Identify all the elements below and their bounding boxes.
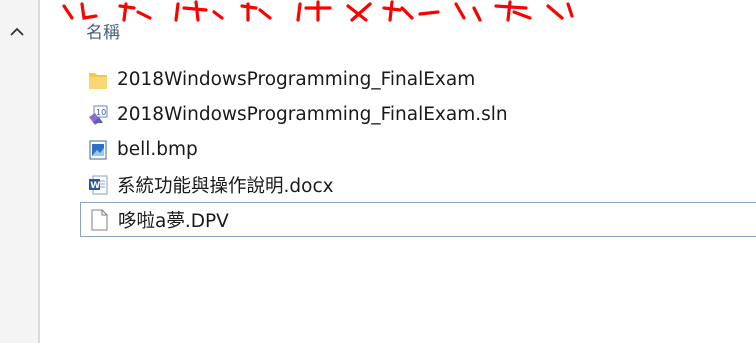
- file-list: 2018WindowsProgramming_FinalExam 10 2018…: [80, 62, 756, 237]
- pane-divider[interactable]: [38, 0, 40, 343]
- file-name: 2018WindowsProgramming_FinalExam: [117, 69, 476, 90]
- file-name: 哆啦a夢.DPV: [118, 210, 229, 232]
- blank-file-icon: [88, 208, 110, 232]
- chevron-up-icon[interactable]: [8, 24, 26, 38]
- file-row-folder[interactable]: 2018WindowsProgramming_FinalExam: [80, 62, 756, 97]
- svg-text:W: W: [90, 181, 100, 191]
- file-row-docx[interactable]: W 系統功能與操作說明.docx: [80, 167, 756, 202]
- svg-text:10: 10: [96, 108, 106, 117]
- file-name: 2018WindowsProgramming_FinalExam.sln: [117, 104, 508, 125]
- folder-icon: [87, 68, 109, 92]
- file-explorer-window: 名稱 2018WindowsProgramming_FinalExam 10 2…: [0, 0, 756, 343]
- file-row-dpv[interactable]: 哆啦a夢.DPV: [80, 202, 756, 237]
- file-name: bell.bmp: [117, 139, 198, 160]
- word-document-icon: W: [87, 173, 109, 197]
- file-name: 系統功能與操作說明.docx: [117, 175, 334, 197]
- file-row-bitmap[interactable]: bell.bmp: [80, 132, 756, 167]
- name-column-header[interactable]: 名稱: [86, 18, 120, 43]
- bitmap-image-icon: [87, 138, 109, 162]
- visual-studio-solution-icon: 10: [87, 103, 109, 127]
- file-row-solution[interactable]: 10 2018WindowsProgramming_FinalExam.sln: [80, 97, 756, 132]
- navigation-pane[interactable]: [0, 0, 38, 343]
